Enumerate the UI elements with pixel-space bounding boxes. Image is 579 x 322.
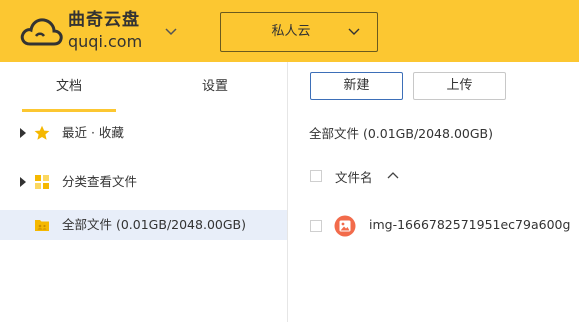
select-all-checkbox[interactable] (310, 170, 322, 182)
sidebar-item-recent-favorites[interactable]: 最近 · 收藏 (0, 118, 287, 148)
space-selector-label: 私人云 (271, 24, 311, 39)
row-checkbox[interactable] (310, 220, 322, 232)
top-header: 曲奇云盘 quqi.com 私人云 (0, 0, 579, 62)
active-tab-indicator (22, 109, 116, 112)
sidebar: 文档 设置 最近 · 收藏 分类查看文件 全部文件 (0.01GB/2048.0… (0, 62, 288, 322)
cloud-logo-icon (20, 18, 63, 46)
sort-ascending-icon[interactable] (387, 170, 399, 180)
sidebar-item-label: 分类查看文件 (62, 174, 138, 189)
new-button[interactable]: 新建 (310, 72, 403, 100)
sidebar-item-label: 全部文件 (0.01GB/2048.00GB) (62, 217, 246, 232)
category-grid-icon (35, 175, 49, 189)
sidebar-item-all-files[interactable]: 全部文件 (0.01GB/2048.00GB) (0, 210, 287, 240)
chevron-down-icon (348, 28, 360, 35)
image-file-icon (334, 215, 356, 237)
expand-arrow-icon[interactable] (20, 128, 26, 138)
folder-icon (35, 220, 49, 231)
main-content: 新建 上传 全部文件 (0.01GB/2048.00GB) 文件名 img-16… (289, 62, 579, 322)
sidebar-item-categories[interactable]: 分类查看文件 (0, 167, 287, 197)
file-list-header: 文件名 (289, 164, 579, 188)
breadcrumb: 全部文件 (0.01GB/2048.00GB) (309, 126, 493, 141)
table-row[interactable]: img-1666782571951ec79a600g (289, 212, 579, 240)
tab-settings[interactable]: 设置 (168, 62, 262, 112)
chevron-down-icon[interactable] (163, 23, 179, 39)
file-name[interactable]: img-1666782571951ec79a600g (369, 217, 570, 232)
space-selector[interactable]: 私人云 (220, 12, 378, 52)
star-icon (34, 125, 50, 140)
tab-documents[interactable]: 文档 (22, 62, 116, 112)
logo-domain-text: quqi.com (68, 32, 143, 51)
sidebar-item-label: 最近 · 收藏 (62, 125, 124, 140)
expand-arrow-icon[interactable] (20, 177, 26, 187)
upload-button[interactable]: 上传 (413, 72, 506, 100)
sidebar-tabs: 文档 设置 (0, 62, 288, 112)
logo[interactable]: 曲奇云盘 quqi.com (20, 8, 160, 54)
logo-chinese-text: 曲奇云盘 (68, 10, 140, 30)
column-header-name[interactable]: 文件名 (335, 167, 373, 186)
